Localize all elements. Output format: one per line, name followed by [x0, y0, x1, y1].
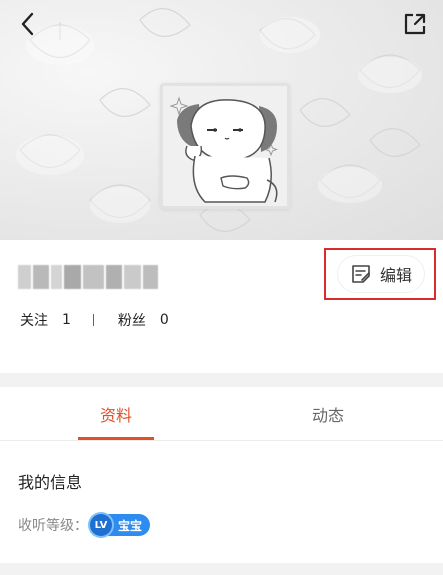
back-button[interactable] [14, 10, 44, 40]
stats-divider [92, 314, 94, 326]
cat-avatar-icon [163, 86, 287, 206]
my-info-section: 我的信息 收听等级： LV 宝宝 [0, 441, 443, 563]
follow-stats: 关注 1 粉丝 0 [20, 310, 169, 330]
chevron-left-icon [21, 12, 34, 36]
edit-button-label: 编辑 [379, 266, 412, 285]
tab-activity[interactable]: 动态 [290, 387, 366, 440]
profile-tabs: 资料 动态 [0, 387, 443, 441]
level-name: 宝宝 [118, 518, 143, 533]
tab-label: 资料 [99, 405, 132, 425]
listening-level-row: 收听等级： LV 宝宝 [18, 514, 151, 536]
follow-label[interactable]: 关注 [20, 310, 48, 330]
username-blurred [18, 265, 160, 289]
edit-button[interactable]: 编辑 [338, 256, 424, 292]
level-badge[interactable]: LV 宝宝 [90, 514, 151, 536]
profile-info: 编辑 关注 1 粉丝 0 [0, 240, 443, 373]
bottom-divider [0, 563, 443, 575]
lv-badge-icon: LV [90, 514, 112, 536]
share-external-icon [404, 13, 426, 35]
avatar[interactable] [160, 83, 290, 209]
edit-note-icon [352, 265, 370, 283]
section-title: 我的信息 [18, 473, 83, 492]
share-button[interactable] [402, 11, 428, 37]
tab-active-indicator [78, 437, 154, 440]
section-divider [0, 373, 443, 387]
tab-label: 动态 [311, 405, 344, 425]
tab-profile-info[interactable]: 资料 [78, 387, 154, 440]
listening-level-label: 收听等级： [18, 518, 88, 534]
fans-label[interactable]: 粉丝 [118, 310, 146, 330]
fans-count[interactable]: 0 [160, 312, 169, 328]
follow-count[interactable]: 1 [62, 312, 71, 328]
profile-cover [0, 0, 443, 240]
